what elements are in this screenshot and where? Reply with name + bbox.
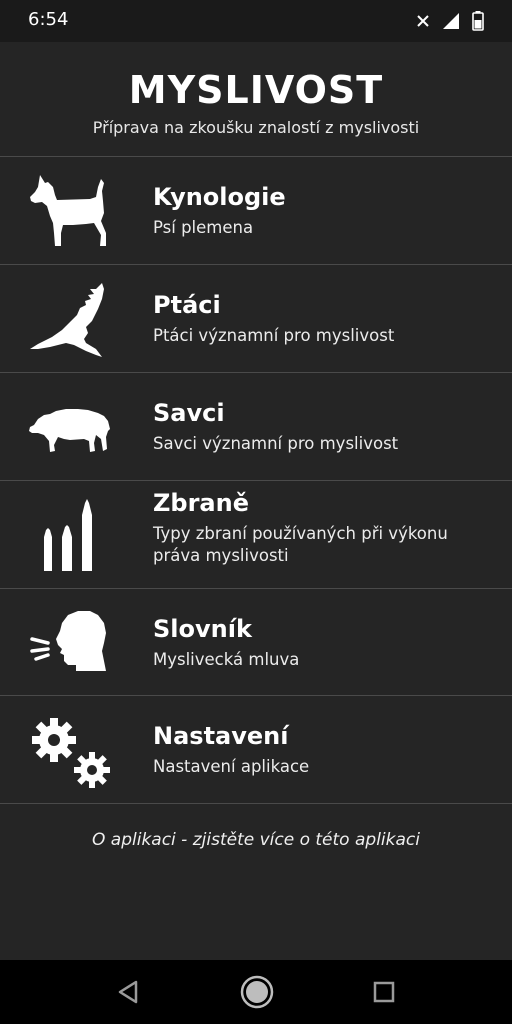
menu-item-zbrane[interactable]: Zbraně Typy zbraní používaných při výkon… — [0, 481, 512, 588]
menu-item-description: Ptáci významní pro myslivost — [153, 326, 395, 345]
status-time: 6:54 — [28, 9, 69, 30]
boar-icon — [29, 409, 110, 452]
header: MYSLIVOST Příprava na zkoušku znalostí z… — [0, 42, 512, 156]
navigation-bar — [0, 960, 512, 1024]
dog-icon — [30, 175, 106, 246]
menu-item-text: Nastavení Nastavení aplikace — [153, 696, 493, 803]
menu-item-description: Psí plemena — [153, 218, 254, 237]
close-icon — [417, 15, 429, 27]
menu-item-title: Zbraně — [153, 489, 249, 517]
menu-item-ptaci[interactable]: Ptáci Ptáci významní pro myslivost — [0, 265, 512, 372]
menu-item-text: Savci Savci významní pro myslivost — [153, 373, 493, 480]
menu-item-description: Savci významní pro myslivost — [153, 434, 399, 453]
app-subtitle: Příprava na zkoušku znalostí z myslivost… — [92, 118, 420, 137]
bullets-icon — [44, 499, 92, 571]
menu-item-savci[interactable]: Savci Savci významní pro myslivost — [0, 373, 512, 480]
menu-item-text: Kynologie Psí plemena — [153, 157, 493, 264]
status-bar: 6:54 — [0, 0, 512, 42]
menu-item-title: Slovník — [153, 615, 252, 643]
battery-icon — [472, 11, 484, 31]
menu-item-kynologie[interactable]: Kynologie Psí plemena — [0, 157, 512, 264]
menu-item-text: Zbraně Typy zbraní používaných při výkon… — [153, 481, 493, 588]
about-link[interactable]: O aplikaci - zjistěte více o této aplika… — [0, 830, 512, 850]
menu-item-description: Typy zbraní používaných při výkonu práva… — [153, 524, 448, 565]
back-icon[interactable] — [110, 974, 146, 1010]
status-icons — [416, 11, 484, 31]
gears-icon — [32, 718, 110, 788]
menu-item-title: Savci — [153, 399, 225, 427]
menu-item-description: Nastavení aplikace — [153, 757, 310, 776]
menu-item-text: Ptáci Ptáci významní pro myslivost — [153, 265, 493, 372]
recents-icon[interactable] — [366, 974, 402, 1010]
menu-item-title: Ptáci — [153, 291, 221, 319]
signal-icon — [443, 13, 459, 29]
speaking-head-icon — [30, 611, 106, 671]
menu-item-slovnik[interactable]: Slovník Myslivecká mluva — [0, 589, 512, 696]
divider — [0, 803, 512, 804]
menu-item-description: Myslivecká mluva — [153, 650, 300, 669]
menu-item-title: Kynologie — [153, 183, 286, 211]
app-title: MYSLIVOST — [128, 68, 384, 112]
menu-item-title: Nastavení — [153, 722, 289, 750]
menu-item-nastaveni[interactable]: Nastavení Nastavení aplikace — [0, 696, 512, 803]
home-icon[interactable] — [237, 972, 277, 1012]
menu-item-text: Slovník Myslivecká mluva — [153, 589, 493, 696]
bird-icon — [30, 283, 104, 357]
